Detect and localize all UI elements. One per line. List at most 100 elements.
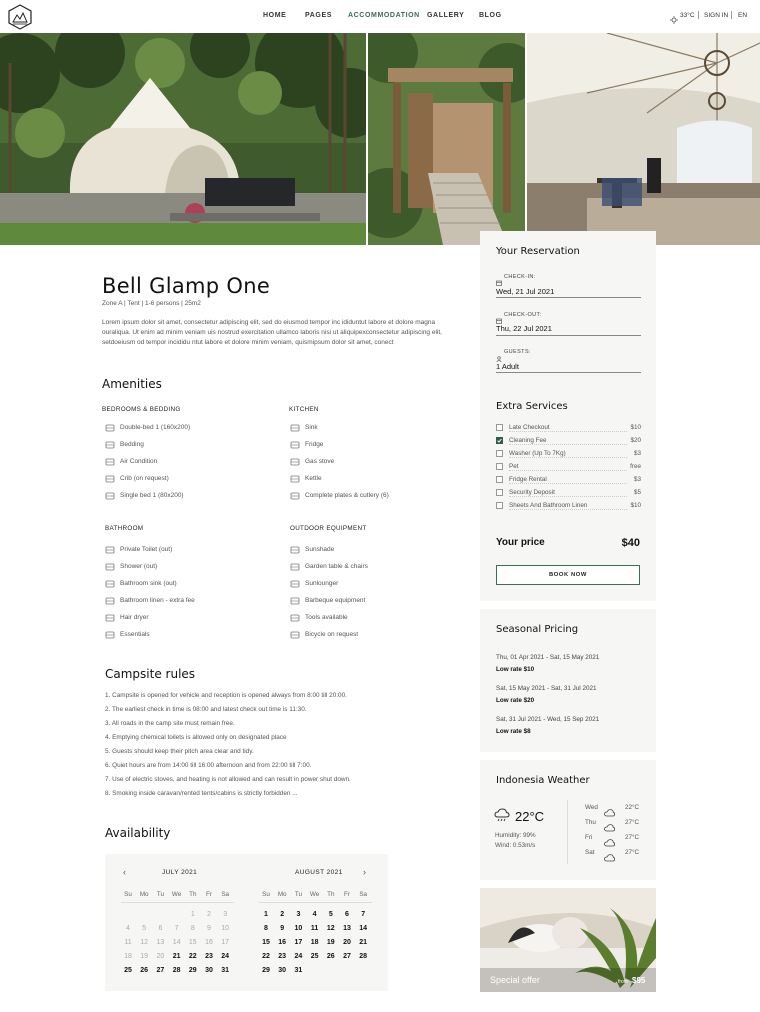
calendar-day[interactable]: 13 — [153, 939, 167, 946]
calendar-day[interactable]: 17 — [218, 939, 232, 946]
calendar-day[interactable]: 5 — [137, 925, 151, 932]
calendar-day[interactable]: 18 — [308, 939, 322, 946]
calendar-day[interactable]: 18 — [121, 953, 135, 960]
calendar-day[interactable]: 16 — [202, 939, 216, 946]
guests-field[interactable]: 1 Adult — [496, 362, 519, 371]
calendar-day[interactable]: 29 — [186, 967, 200, 974]
calendar-day[interactable]: 4 — [308, 911, 322, 918]
calendar-day[interactable]: 12 — [324, 925, 338, 932]
calendar-day[interactable]: 20 — [340, 939, 354, 946]
gallery-photo-tent[interactable] — [0, 33, 366, 245]
prev-month-button[interactable]: ‹ — [123, 867, 126, 877]
calendar-day[interactable]: 6 — [340, 911, 354, 918]
checkbox[interactable] — [496, 437, 503, 444]
checkbox[interactable] — [496, 424, 503, 431]
calendar-day[interactable]: 20 — [153, 953, 167, 960]
calendar-day[interactable]: 26 — [137, 967, 151, 974]
nav-accommodation[interactable]: ACCOMMODATION — [348, 12, 420, 19]
calendar-day[interactable]: 26 — [324, 953, 338, 960]
calendar-day[interactable]: 28 — [356, 953, 370, 960]
calendar-day[interactable]: 17 — [291, 939, 305, 946]
gallery-photo-interior[interactable] — [527, 33, 760, 245]
calendar-day[interactable]: 4 — [121, 925, 135, 932]
calendar-day[interactable]: 15 — [259, 939, 273, 946]
calendar-day[interactable]: 30 — [202, 967, 216, 974]
calendar-day[interactable]: 11 — [308, 925, 322, 932]
calendar-day[interactable]: 2 — [275, 911, 289, 918]
calendar-day[interactable]: 16 — [275, 939, 289, 946]
calendar-day[interactable]: 11 — [121, 939, 135, 946]
calendar-day[interactable]: 27 — [153, 967, 167, 974]
next-month-button[interactable]: › — [363, 867, 366, 877]
calendar-day[interactable]: 1 — [186, 911, 200, 918]
calendar-day[interactable]: 31 — [218, 967, 232, 974]
checkbox[interactable] — [496, 450, 503, 457]
amenity-label: Crib (on request) — [120, 475, 169, 482]
calendar-day[interactable]: 10 — [218, 925, 232, 932]
calendar-day[interactable]: 8 — [186, 925, 200, 932]
calendar-day[interactable]: 13 — [340, 925, 354, 932]
weekday-label: Sa — [359, 891, 368, 898]
calendar-day[interactable]: 30 — [275, 967, 289, 974]
site-logo-icon[interactable] — [7, 4, 33, 30]
extra-service-item[interactable]: Pet free — [496, 462, 641, 472]
calendar-day[interactable]: 15 — [186, 939, 200, 946]
calendar-day[interactable]: 9 — [202, 925, 216, 932]
calendar-day[interactable]: 3 — [218, 911, 232, 918]
language-switch[interactable]: EN — [738, 12, 747, 19]
calendar-day[interactable]: 22 — [259, 953, 273, 960]
calendar-day[interactable]: 9 — [275, 925, 289, 932]
calendar-day[interactable]: 24 — [218, 953, 232, 960]
calendar-day[interactable]: 21 — [170, 953, 184, 960]
checkbox[interactable] — [496, 476, 503, 483]
calendar-day[interactable]: 10 — [291, 925, 305, 932]
nav-gallery[interactable]: GALLERY — [427, 12, 464, 19]
nav-home[interactable]: HOME — [263, 12, 286, 19]
calendar-day[interactable]: 21 — [356, 939, 370, 946]
calendar-day[interactable]: 25 — [121, 967, 135, 974]
amenity-group-kitchen: KITCHEN — [289, 406, 319, 413]
calendar-day[interactable]: 14 — [170, 939, 184, 946]
calendar-day[interactable]: 23 — [275, 953, 289, 960]
calendar-day[interactable]: 5 — [324, 911, 338, 918]
calendar-day[interactable]: 7 — [356, 911, 370, 918]
checkin-field[interactable]: Wed, 21 Jul 2021 — [496, 287, 554, 296]
extra-service-item[interactable]: Fridge Rental $3 — [496, 475, 641, 485]
calendar-day[interactable]: 19 — [137, 953, 151, 960]
calendar-day[interactable]: 3 — [291, 911, 305, 918]
checkout-label: CHECK-OUT: — [504, 312, 542, 318]
calendar-day[interactable]: 6 — [153, 925, 167, 932]
nav-blog[interactable]: BLOG — [479, 12, 502, 19]
calendar-day[interactable]: 29 — [259, 967, 273, 974]
special-offer-banner[interactable]: Special offer from $95 — [480, 888, 656, 992]
calendar-day[interactable]: 23 — [202, 953, 216, 960]
calendar-day[interactable]: 31 — [291, 967, 305, 974]
calendar-day[interactable]: 28 — [170, 967, 184, 974]
calendar-day[interactable]: 12 — [137, 939, 151, 946]
calendar-day[interactable]: 14 — [356, 925, 370, 932]
cloud-rain-icon — [494, 808, 510, 827]
checkout-field[interactable]: Thu, 22 Jul 2021 — [496, 324, 552, 333]
calendar-day[interactable]: 27 — [340, 953, 354, 960]
calendar-day[interactable]: 2 — [202, 911, 216, 918]
checkbox[interactable] — [496, 489, 503, 496]
calendar-day[interactable]: 7 — [170, 925, 184, 932]
book-now-button[interactable]: BOOK NOW — [496, 565, 640, 585]
calendar-day[interactable]: 25 — [308, 953, 322, 960]
calendar-day[interactable]: 22 — [186, 953, 200, 960]
amenity-label: Bicycle on request — [305, 631, 359, 638]
extra-service-item[interactable]: Late Checkout $10 — [496, 423, 641, 433]
extra-service-item[interactable]: Washer (Up To 7Kg) $3 — [496, 449, 641, 459]
gallery-photo-shower[interactable] — [368, 33, 525, 245]
calendar-day[interactable]: 8 — [259, 925, 273, 932]
calendar-day[interactable]: 19 — [324, 939, 338, 946]
calendar-day[interactable]: 1 — [259, 911, 273, 918]
nav-pages[interactable]: PAGES — [305, 12, 332, 19]
calendar-day[interactable]: 24 — [291, 953, 305, 960]
extra-service-item[interactable]: Security Deposit $5 — [496, 488, 641, 498]
extra-service-item[interactable]: Cleaning Fee $20 — [496, 436, 641, 446]
checkbox[interactable] — [496, 502, 503, 509]
extra-service-item[interactable]: Sheets And Bathroom Linen $10 — [496, 501, 641, 511]
checkbox[interactable] — [496, 463, 503, 470]
sign-in-link[interactable]: SIGN IN — [704, 12, 728, 19]
